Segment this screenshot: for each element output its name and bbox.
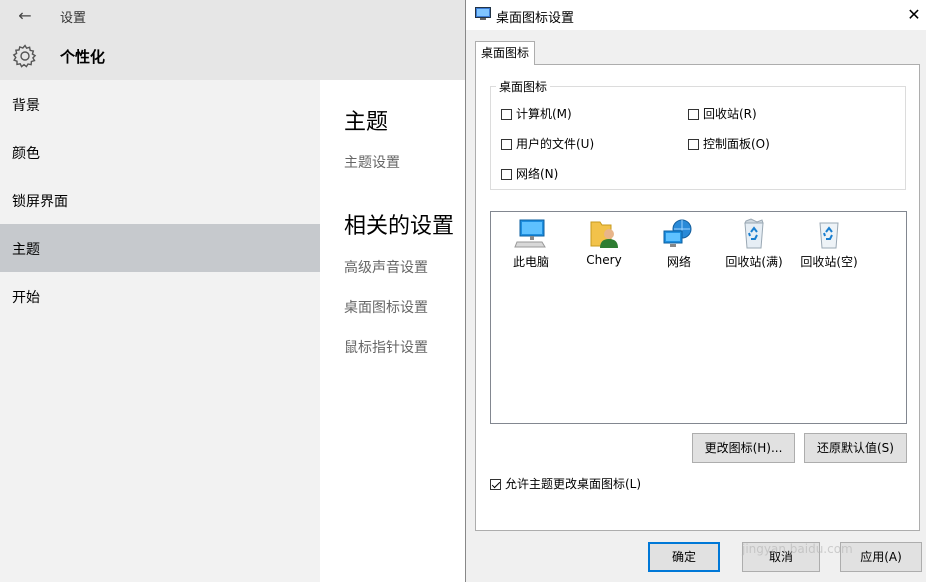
user-folder-icon	[590, 221, 618, 248]
list-item-recycle-bin-empty[interactable]: 回收站(空)	[791, 218, 867, 270]
recycle-bin-full-icon	[744, 218, 764, 249]
allow-themes-checkbox[interactable]: 允许主题更改桌面图标(L)	[490, 476, 641, 492]
sidebar-item-label: 背景	[12, 98, 40, 114]
change-icon-button[interactable]: 更改图标(H)...	[692, 433, 795, 463]
checkbox-box[interactable]	[688, 139, 699, 150]
user-files-checkbox[interactable]: 用户的文件(U)	[501, 136, 594, 152]
icon-label: 回收站(空)	[800, 255, 858, 269]
related-settings-heading: 相关的设置	[344, 214, 455, 239]
restore-default-button[interactable]: 还原默认值(S)	[804, 433, 907, 463]
gear-icon	[12, 44, 37, 68]
computer-checkbox[interactable]: 计算机(M)	[501, 106, 572, 122]
icon-label: 网络	[666, 255, 691, 269]
list-item-network[interactable]: 网络	[641, 218, 717, 270]
theme-heading: 主题	[344, 110, 389, 135]
sidebar-item-background[interactable]: 背景	[0, 80, 320, 128]
groupbox-label: 桌面图标	[496, 78, 551, 95]
tab-desktop-icons[interactable]: 桌面图标	[475, 41, 535, 65]
advanced-sound-settings-link[interactable]: 高级声音设置	[344, 257, 428, 277]
sidebar-item-label: 锁屏界面	[12, 194, 68, 210]
ok-button[interactable]: 确定	[648, 542, 720, 572]
sidebar-item-label: 主题	[12, 242, 40, 258]
checkbox-label: 允许主题更改桌面图标(L)	[505, 477, 642, 491]
list-item-user-folder[interactable]: Chery	[566, 218, 642, 267]
sidebar-item-lock-screen[interactable]: 锁屏界面	[0, 176, 320, 224]
checkbox-box[interactable]	[501, 139, 512, 150]
network-checkbox[interactable]: 网络(N)	[501, 166, 558, 182]
checkbox-box[interactable]	[490, 479, 501, 490]
theme-settings-link[interactable]: 主题设置	[344, 152, 400, 172]
icon-label: Chery	[586, 253, 622, 267]
baidu-watermark-url: jingyan.baidu.com	[742, 542, 853, 556]
sidebar-item-label: 颜色	[12, 146, 40, 162]
checkbox-box[interactable]	[688, 109, 699, 120]
baidu-watermark-logo: Bai du 经验	[700, 480, 884, 513]
mouse-pointer-settings-link[interactable]: 鼠标指针设置	[344, 337, 428, 357]
back-arrow-icon[interactable]: ←	[14, 6, 36, 26]
control-panel-checkbox[interactable]: 控制面板(O)	[688, 136, 770, 152]
checkbox-label: 回收站(R)	[703, 107, 757, 121]
this-pc-icon	[514, 219, 546, 248]
sidebar-item-start[interactable]: 开始	[0, 272, 320, 320]
page-title: 个性化	[60, 48, 106, 66]
icon-label: 回收站(满)	[725, 255, 783, 269]
desktop-icon-settings-link[interactable]: 桌面图标设置	[344, 297, 428, 317]
close-icon[interactable]: ✕	[904, 4, 924, 26]
checkbox-box[interactable]	[501, 109, 512, 120]
list-item-this-pc[interactable]: 此电脑	[493, 218, 569, 270]
checkbox-label: 计算机(M)	[516, 107, 572, 121]
checkbox-label: 控制面板(O)	[703, 137, 770, 151]
checkbox-label: 用户的文件(U)	[516, 137, 595, 151]
checkbox-box[interactable]	[501, 169, 512, 180]
monitor-icon	[475, 7, 491, 20]
sidebar-item-colors[interactable]: 颜色	[0, 128, 320, 176]
list-item-recycle-bin-full[interactable]: 回收站(满)	[716, 218, 792, 270]
recycle-bin-checkbox[interactable]: 回收站(R)	[688, 106, 757, 122]
network-icon	[663, 219, 692, 247]
settings-app-title: 设置	[60, 11, 87, 26]
icon-label: 此电脑	[512, 255, 549, 269]
checkbox-label: 网络(N)	[516, 167, 559, 181]
sidebar-item-label: 开始	[12, 290, 40, 306]
desktop-icon-list[interactable]: 此电脑 Chery 网络 回收站(满) 回收站(空)	[490, 211, 907, 424]
dialog-title: 桌面图标设置	[496, 11, 575, 26]
recycle-bin-empty-icon	[819, 222, 839, 249]
sidebar-item-themes[interactable]: 主题	[0, 224, 320, 272]
settings-sidebar: 背景 颜色 锁屏界面 主题 开始	[0, 80, 320, 582]
